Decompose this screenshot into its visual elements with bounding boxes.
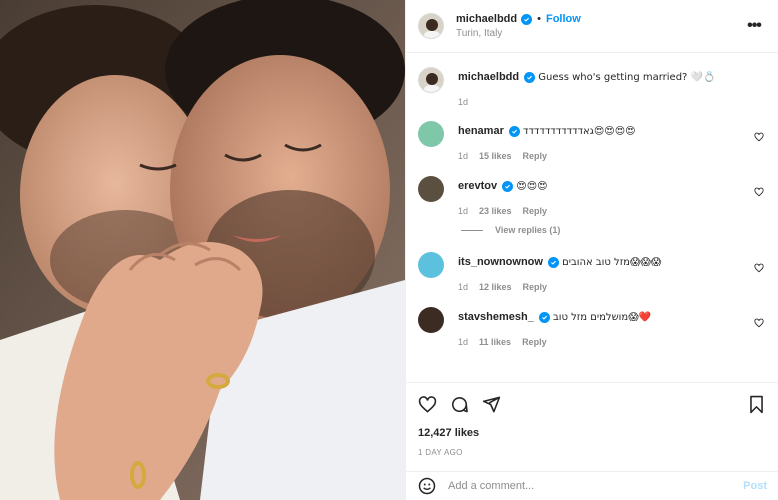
- post-side-panel: michaelbdd • Follow Turin, Italy ••• mic…: [405, 0, 778, 500]
- post-header: michaelbdd • Follow Turin, Italy •••: [406, 0, 778, 53]
- reply-button[interactable]: Reply: [523, 282, 548, 292]
- verified-icon: [508, 126, 520, 137]
- author-avatar[interactable]: [418, 13, 444, 39]
- comment-text: גאדדדדדדדדדדד😍😍😍😍: [522, 126, 636, 137]
- more-icon[interactable]: •••: [744, 17, 764, 35]
- comment-item: henamar גאדדדדדדדדדדד😍😍😍😍 1d 15 likes Re…: [418, 121, 766, 161]
- share-icon[interactable]: [482, 395, 501, 414]
- comment-text: מזל טוב אהובים😱😱😱: [562, 257, 662, 268]
- comment-likes[interactable]: 12 likes: [479, 282, 512, 292]
- post-photo[interactable]: [0, 0, 405, 500]
- author-username[interactable]: michaelbdd: [456, 13, 517, 25]
- comment-text: 😍😍😍: [516, 181, 548, 192]
- comment-item: its_nownownow מזל טוב אהובים😱😱😱 1d 12 li…: [418, 252, 766, 292]
- verified-icon: [548, 257, 560, 268]
- commenter-avatar[interactable]: [418, 121, 444, 147]
- comments-list: michaelbdd Guess who's getting married? …: [406, 53, 778, 382]
- divider: [461, 229, 483, 231]
- comment-likes[interactable]: 15 likes: [479, 151, 512, 161]
- verified-icon: [502, 181, 514, 192]
- verified-icon: [524, 72, 536, 83]
- heart-icon[interactable]: [754, 263, 764, 273]
- commenter-username[interactable]: its_nownownow: [458, 256, 543, 268]
- heart-icon[interactable]: [418, 395, 437, 414]
- view-replies-label: View replies (1): [495, 225, 561, 235]
- heart-icon[interactable]: [754, 187, 764, 197]
- bookmark-icon[interactable]: [747, 395, 766, 414]
- heart-icon[interactable]: [754, 318, 764, 328]
- commenter-avatar[interactable]: [418, 176, 444, 202]
- caption-text: Guess who's getting married? 🤍💍: [538, 72, 716, 83]
- post-date: 1 DAY AGO: [418, 448, 463, 457]
- comment-likes[interactable]: 23 likes: [479, 206, 512, 216]
- caption-time: 1d: [458, 97, 469, 107]
- add-comment-bar: Post: [406, 471, 778, 500]
- comment-icon[interactable]: [450, 395, 469, 414]
- verified-icon: [538, 312, 550, 323]
- comment-text: מושלמים מזל טוב😱❤️: [552, 312, 652, 323]
- comment-time: 1d: [458, 337, 469, 347]
- comment-time: 1d: [458, 151, 469, 161]
- author-avatar[interactable]: [418, 67, 444, 93]
- commenter-username[interactable]: erevtov: [458, 180, 497, 192]
- view-replies-button[interactable]: View replies (1): [461, 225, 766, 235]
- follow-button[interactable]: Follow: [546, 13, 581, 25]
- post-button[interactable]: Post: [743, 480, 767, 492]
- reply-button[interactable]: Reply: [523, 151, 548, 161]
- separator-dot: •: [537, 13, 541, 25]
- likes-count[interactable]: 12,427 likes: [418, 427, 766, 439]
- comment-time: 1d: [458, 206, 469, 216]
- reply-button[interactable]: Reply: [522, 337, 547, 347]
- caption: michaelbdd Guess who's getting married? …: [418, 67, 766, 107]
- verified-icon: [521, 13, 533, 25]
- post-location[interactable]: Turin, Italy: [456, 28, 744, 39]
- comment-item: erevtov 😍😍😍 1d 23 likes Reply: [418, 176, 766, 216]
- commenter-avatar[interactable]: [418, 252, 444, 278]
- header-meta: michaelbdd • Follow Turin, Italy: [456, 13, 744, 39]
- emoji-icon[interactable]: [418, 477, 436, 495]
- heart-icon[interactable]: [754, 132, 764, 142]
- comment-input[interactable]: [448, 480, 744, 492]
- commenter-avatar[interactable]: [418, 307, 444, 333]
- commenter-username[interactable]: henamar: [458, 125, 504, 137]
- reply-button[interactable]: Reply: [523, 206, 548, 216]
- caption-username[interactable]: michaelbdd: [458, 71, 519, 83]
- comment-item: stavshemesh_ מושלמים מזל טוב😱❤️ 1d 11 li…: [418, 307, 766, 347]
- comment-time: 1d: [458, 282, 469, 292]
- commenter-username[interactable]: stavshemesh_: [458, 311, 534, 323]
- post-modal: michaelbdd • Follow Turin, Italy ••• mic…: [0, 0, 778, 500]
- comment-likes[interactable]: 11 likes: [479, 337, 511, 347]
